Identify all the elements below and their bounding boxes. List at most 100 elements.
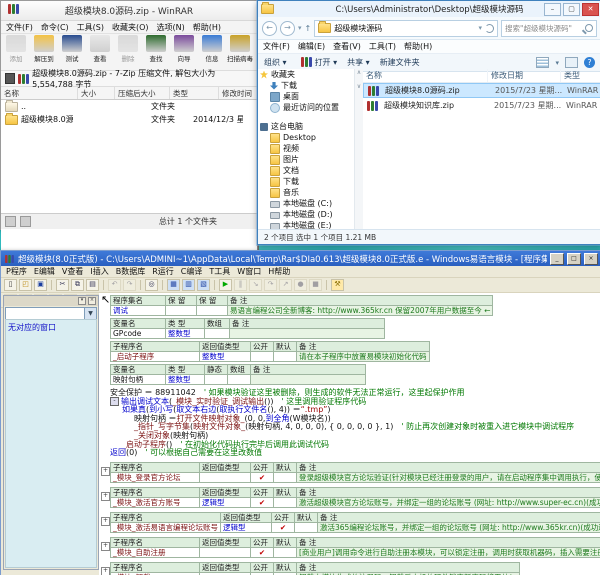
view-dropdown-icon[interactable]: ▾ [555,59,559,67]
explorer-command-button[interactable]: 组织 ▾ [264,57,287,68]
explorer-column-headers[interactable]: 名称修改日期类型大小 [363,69,600,83]
preview-pane-icon[interactable] [565,57,578,68]
sidebar-item-D[interactable]: 本地磁盘 (D:) [258,209,354,220]
sidebar-item-C[interactable]: 本地磁盘 (C:) [258,198,354,209]
sidebar-item-[interactable]: 音乐 [258,187,354,198]
explorer-menu-item[interactable]: 查看(V) [333,41,361,52]
ide-menu-item[interactable]: H帮助 [268,266,290,277]
ide-menu-item[interactable]: I插入 [90,266,108,277]
back-button[interactable]: ← [262,20,277,36]
ide-titlebar[interactable]: 超级模块(8.0正式版) - C:\Users\ADMINI~1\AppData… [1,251,600,266]
winrar-menu-item[interactable]: 收藏夹(O) [112,22,149,33]
window-tile-h-icon[interactable]: ▥ [182,279,195,291]
explorer-menu-item[interactable]: 编辑(E) [298,41,325,52]
explorer-column-header[interactable]: 修改日期 [488,69,561,82]
help-icon[interactable]: ? [584,57,595,68]
winrar-file-row[interactable]: 超级模块8.0源码 文件夹 2014/12/3 星... [1,112,257,126]
ide-close-button[interactable]: × [584,252,598,265]
sub-program-table[interactable]: 子程序名 返回值类型 公开 默认备 注 _模块_自助注册 ✔ [商业用户]调用命令进行自助注… [110,536,600,558]
winrar-column-headers[interactable]: 名称大小压缩后大小类型修改时间校验和 [1,87,309,100]
winrar-toolbar-button[interactable]: 测试 [59,35,85,63]
open-icon[interactable]: ◰ [19,279,32,291]
expander-plus-icon[interactable]: + [101,566,110,575]
winrar-address-bar[interactable]: 超级模块8.0源码.zip - 7-Zip 压缩文件, 解包大小为 5,554,… [1,69,257,89]
maximize-button[interactable]: ▢ [563,3,580,16]
ide-menu-item[interactable]: W窗口 [237,266,261,277]
ide-menu-item[interactable]: P程序 [6,266,27,277]
new-icon[interactable]: ▯ [4,279,17,291]
expander-plus-icon[interactable]: + [101,491,110,501]
winrar-toolbar-button[interactable]: 查找 [143,35,169,63]
window-tile-v-icon[interactable]: ▧ [197,279,210,291]
sidebar-item-desktop[interactable]: 桌面 [258,91,354,102]
breadcrumb[interactable]: 超级模块源码 ▾ [314,19,498,37]
ide-menu-item[interactable]: B数据库 [116,266,146,277]
explorer-column-header[interactable]: 类型 [561,69,600,82]
forward-button[interactable]: → [280,20,295,36]
winrar-menu-item[interactable]: 选项(N) [157,22,185,33]
paste-icon[interactable]: ▤ [86,279,99,291]
copy-icon[interactable]: ⧉ [71,279,84,291]
winrar-toolbar-button[interactable]: 扫描病毒 [227,35,253,63]
winrar-menu-item[interactable]: 命令(C) [41,22,69,33]
explorer-file-row[interactable]: 超级模块知识库.zip 2015/7/23 星期... WinRAR ZIP 压缩.… [363,98,600,113]
sidebar-item-recent[interactable]: 最近访问的位置 [258,102,354,113]
ide-menu-item[interactable]: V查看 [62,266,83,277]
sidebar-item-[interactable]: 视频 [258,143,354,154]
expander-plus-icon[interactable]: + [101,516,110,526]
ide-maximize-button[interactable]: □ [567,252,581,265]
minimize-button[interactable]: – [544,3,561,16]
ide-menu-item[interactable]: C编译 [181,266,203,277]
winrar-toolbar-button[interactable]: 信息 [199,35,225,63]
winrar-toolbar-button[interactable]: 解压到 [31,35,57,63]
local-variable-table[interactable]: 变量名类 型静态 数组备 注映射句柄 整数型 [110,364,366,385]
sidebar-item-[interactable]: 图片 [258,154,354,165]
sidebar-favorites[interactable]: 收藏夹 [258,69,354,80]
explorer-command-button[interactable]: 共享 ▾ [347,57,370,68]
run-icon[interactable]: ▶ [219,279,232,291]
winrar-column-header[interactable]: 类型 [170,87,219,99]
ide-menu-item[interactable]: T工具 [209,266,230,277]
ide-minimize-button[interactable]: _ [550,252,564,265]
winrar-menu-item[interactable]: 工具(S) [77,22,104,33]
ide-menu-item[interactable]: R运行 [152,266,174,277]
ide-menu-item[interactable]: E编辑 [34,266,55,277]
key-icon[interactable] [5,216,16,227]
expander-plus-icon[interactable]: + [101,466,110,476]
startup-sub-table[interactable]: 子程序名 返回值类型 公开 默认备 注 _启动子程序 整数型 请在本子程序中放置易模块初始化… [110,341,430,362]
sub-program-table[interactable]: 子程序名 返回值类型 公开 默认备 注 _模块_激活易语言编程论坛账号 逻辑型 ✔ 激活365… [110,511,600,533]
winrar-menu-item[interactable]: 帮助(H) [193,22,221,33]
up-level-icon[interactable] [5,73,16,84]
sidebar-this-pc[interactable]: 这台电脑 [258,121,354,132]
code-editor[interactable]: ↖ 程序集名保 留保 留备 注调试 易语言编程公司全新博客: http://www.… [99,293,600,575]
winrar-file-row[interactable]: .. 文件夹 [1,99,257,113]
up-button[interactable]: ↑ [305,24,312,33]
refresh-icon[interactable] [485,23,494,33]
winrar-titlebar[interactable]: 超级模块8.0源码.zip - WinRAR [1,1,257,21]
address-dropdown-icon[interactable]: ▾ [478,24,482,32]
window-cascade-icon[interactable]: ▦ [167,279,180,291]
close-button[interactable]: ✕ [582,3,599,16]
explorer-menu-item[interactable]: 帮助(H) [404,41,432,52]
change-view-icon[interactable] [536,57,550,68]
search-box[interactable]: 搜索"超级模块源码" [501,19,597,37]
sidebar-item-[interactable]: 下载 [258,176,354,187]
explorer-command-button[interactable]: 打开 ▾ [297,57,337,68]
winrar-column-header[interactable]: 压缩后大小 [115,87,170,99]
cut-icon[interactable]: ✂ [56,279,69,291]
expander-plus-icon[interactable]: + [101,541,110,551]
history-dropdown-icon[interactable]: ▾ [298,24,302,32]
winrar-toolbar-button[interactable]: 查看 [87,35,113,63]
winrar-menu-item[interactable]: 文件(F) [6,22,33,33]
sidebar-item-Desktop[interactable]: Desktop [258,132,354,143]
winrar-column-header[interactable]: 大小 [78,87,115,99]
panel-close-icon[interactable]: × [88,297,96,305]
sidebar-item-download[interactable]: 下载 [258,80,354,91]
explorer-column-header[interactable]: 名称 [363,69,488,82]
sidebar-scrollbar[interactable]: ∧ ∨ [354,69,363,230]
code-line[interactable]: 返回 (0) ' 可以根据自己需要在这里改数值 [101,449,600,458]
explorer-titlebar[interactable]: C:\Users\Administrator\Desktop\超级模块源码 – … [258,1,600,17]
winrar-toolbar-button[interactable]: 向导 [171,35,197,63]
collapse-minus-icon[interactable]: - [110,397,119,407]
sub-program-table[interactable]: 子程序名返回值类型公开默认备 注_模块_卸载✔卸载本模块生成的注册码，卸载后本机… [110,561,520,575]
